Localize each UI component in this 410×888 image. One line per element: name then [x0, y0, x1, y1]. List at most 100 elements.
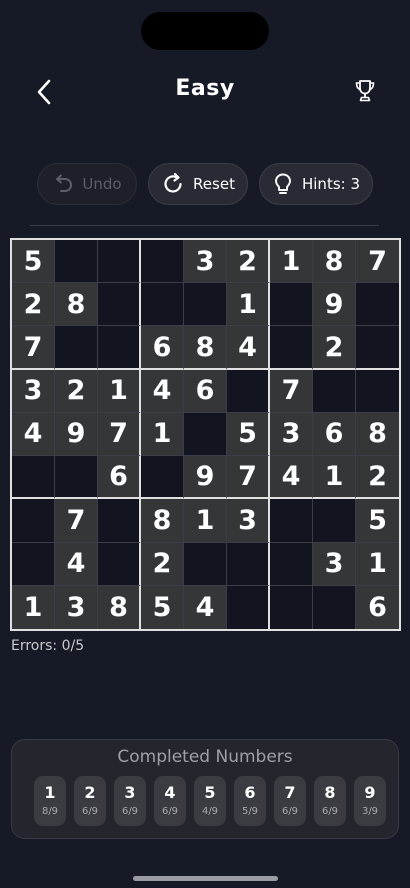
sudoku-cell-empty[interactable]: [98, 499, 141, 543]
sudoku-cell-given[interactable]: 3: [184, 240, 227, 284]
sudoku-cell-given[interactable]: 3: [227, 499, 270, 543]
sudoku-cell-empty[interactable]: [184, 283, 227, 327]
sudoku-cell-empty[interactable]: [55, 240, 98, 284]
sudoku-cell-given[interactable]: 6: [313, 412, 356, 457]
sudoku-cell-given[interactable]: 2: [55, 369, 98, 413]
sudoku-cell-empty[interactable]: [141, 240, 184, 284]
sudoku-cell-given[interactable]: 4: [227, 326, 270, 370]
sudoku-cell-given[interactable]: 5: [141, 585, 184, 629]
sudoku-cell-given[interactable]: 6: [184, 369, 227, 413]
sudoku-cell-empty[interactable]: [270, 283, 313, 327]
sudoku-cell-given[interactable]: 7: [227, 456, 270, 500]
hints-button[interactable]: Hints: 3: [259, 163, 373, 205]
sudoku-cell-given[interactable]: 6: [98, 456, 141, 500]
sudoku-cell-empty[interactable]: [98, 240, 141, 284]
sudoku-cell-empty[interactable]: [98, 283, 141, 327]
sudoku-cell-given[interactable]: 4: [55, 542, 98, 586]
sudoku-cell-given[interactable]: 3: [12, 369, 55, 413]
number-chip-9[interactable]: 9 3/9: [354, 776, 386, 826]
sudoku-cell-empty[interactable]: [270, 326, 313, 370]
sudoku-cell-given[interactable]: 8: [356, 412, 399, 457]
sudoku-cell-given[interactable]: 8: [141, 499, 184, 543]
sudoku-cell-given[interactable]: 8: [184, 326, 227, 370]
sudoku-cell-given[interactable]: 8: [98, 585, 141, 629]
reset-button[interactable]: Reset: [148, 163, 248, 205]
sudoku-cell-given[interactable]: 7: [270, 369, 313, 413]
sudoku-cell-empty[interactable]: [356, 283, 399, 327]
sudoku-cell-empty[interactable]: [184, 542, 227, 586]
number-chip-3[interactable]: 3 6/9: [114, 776, 146, 826]
sudoku-cell-empty[interactable]: [270, 585, 313, 629]
sudoku-cell-given[interactable]: 1: [184, 499, 227, 543]
sudoku-cell-empty[interactable]: [356, 370, 399, 413]
sudoku-cell-given[interactable]: 2: [12, 283, 55, 327]
sudoku-cell-empty[interactable]: [227, 542, 270, 586]
number-chip-8[interactable]: 8 6/9: [314, 776, 346, 826]
sudoku-cell-given[interactable]: 4: [141, 369, 184, 413]
sudoku-cell-given[interactable]: 1: [227, 283, 270, 327]
sudoku-cell-empty[interactable]: [12, 542, 55, 586]
trophy-button[interactable]: [350, 76, 380, 106]
sudoku-cell-given[interactable]: 2: [356, 456, 399, 500]
sudoku-cell-given[interactable]: 2: [313, 326, 356, 370]
sudoku-cell-empty[interactable]: [98, 542, 141, 586]
number-chip-2[interactable]: 2 6/9: [74, 776, 106, 826]
sudoku-cell-given[interactable]: 4: [184, 585, 227, 629]
sudoku-cell-given[interactable]: 7: [55, 499, 98, 543]
sudoku-cell-given[interactable]: 3: [270, 412, 313, 457]
sudoku-cell-given[interactable]: 1: [270, 240, 313, 284]
sudoku-cell-given[interactable]: 1: [12, 585, 55, 629]
sudoku-cell-empty[interactable]: [270, 542, 313, 586]
sudoku-cell-given[interactable]: 7: [356, 240, 399, 284]
sudoku-cell-given[interactable]: 9: [184, 456, 227, 500]
chip-digit: 2: [84, 783, 96, 802]
sudoku-cell-empty[interactable]: [184, 412, 227, 457]
sudoku-cell-given[interactable]: 9: [55, 412, 98, 457]
number-chip-5[interactable]: 5 4/9: [194, 776, 226, 826]
reset-label: Reset: [193, 175, 235, 193]
sudoku-cell-empty[interactable]: [227, 369, 270, 413]
sudoku-cell-empty[interactable]: [270, 499, 313, 543]
sudoku-cell-empty[interactable]: [55, 456, 98, 500]
chip-digit: 7: [284, 783, 296, 802]
sudoku-cell-given[interactable]: 3: [313, 542, 356, 586]
sudoku-cell-given[interactable]: 8: [313, 240, 356, 284]
sudoku-cell-given[interactable]: 4: [270, 456, 313, 500]
sudoku-cell-empty[interactable]: [141, 283, 184, 327]
number-chip-7[interactable]: 7 6/9: [274, 776, 306, 826]
sudoku-cell-given[interactable]: 2: [141, 542, 184, 586]
divider: [30, 225, 379, 226]
sudoku-cell-given[interactable]: 1: [98, 369, 141, 413]
number-chip-4[interactable]: 4 6/9: [154, 776, 186, 826]
sudoku-cell-given[interactable]: 9: [313, 283, 356, 327]
sudoku-cell-empty[interactable]: [98, 326, 141, 370]
sudoku-cell-empty[interactable]: [313, 499, 356, 543]
sudoku-cell-given[interactable]: 7: [12, 326, 55, 370]
sudoku-cell-empty[interactable]: [12, 456, 55, 500]
sudoku-cell-given[interactable]: 8: [55, 283, 98, 327]
sudoku-cell-given[interactable]: 1: [356, 542, 399, 586]
sudoku-cell-empty[interactable]: [313, 585, 356, 629]
number-chip-1[interactable]: 1 8/9: [34, 776, 66, 826]
sudoku-cell-given[interactable]: 5: [356, 499, 399, 543]
sudoku-cell-empty[interactable]: [356, 326, 399, 370]
undo-button[interactable]: Undo: [37, 163, 137, 205]
sudoku-cell-given[interactable]: 6: [356, 585, 399, 629]
sudoku-cell-given[interactable]: 5: [227, 412, 270, 457]
sudoku-cell-empty[interactable]: [227, 585, 270, 629]
sudoku-cell-given[interactable]: 1: [313, 456, 356, 500]
sudoku-cell-empty[interactable]: [55, 326, 98, 370]
sudoku-cell-empty[interactable]: [313, 369, 356, 413]
sudoku-cell-given[interactable]: 3: [55, 585, 98, 629]
sudoku-cell-given[interactable]: 2: [227, 240, 270, 284]
sudoku-cell-empty[interactable]: [12, 499, 55, 543]
sudoku-cell-given[interactable]: 6: [141, 326, 184, 370]
sudoku-cell-given[interactable]: 1: [141, 412, 184, 457]
sudoku-cell-empty[interactable]: [141, 456, 184, 500]
sudoku-cell-given[interactable]: 4: [12, 412, 55, 457]
sudoku-cell-given[interactable]: 7: [98, 412, 141, 457]
undo-label: Undo: [82, 175, 122, 193]
chip-count: 8/9: [41, 806, 59, 817]
number-chip-6[interactable]: 6 5/9: [234, 776, 266, 826]
sudoku-cell-given[interactable]: 5: [12, 240, 55, 284]
